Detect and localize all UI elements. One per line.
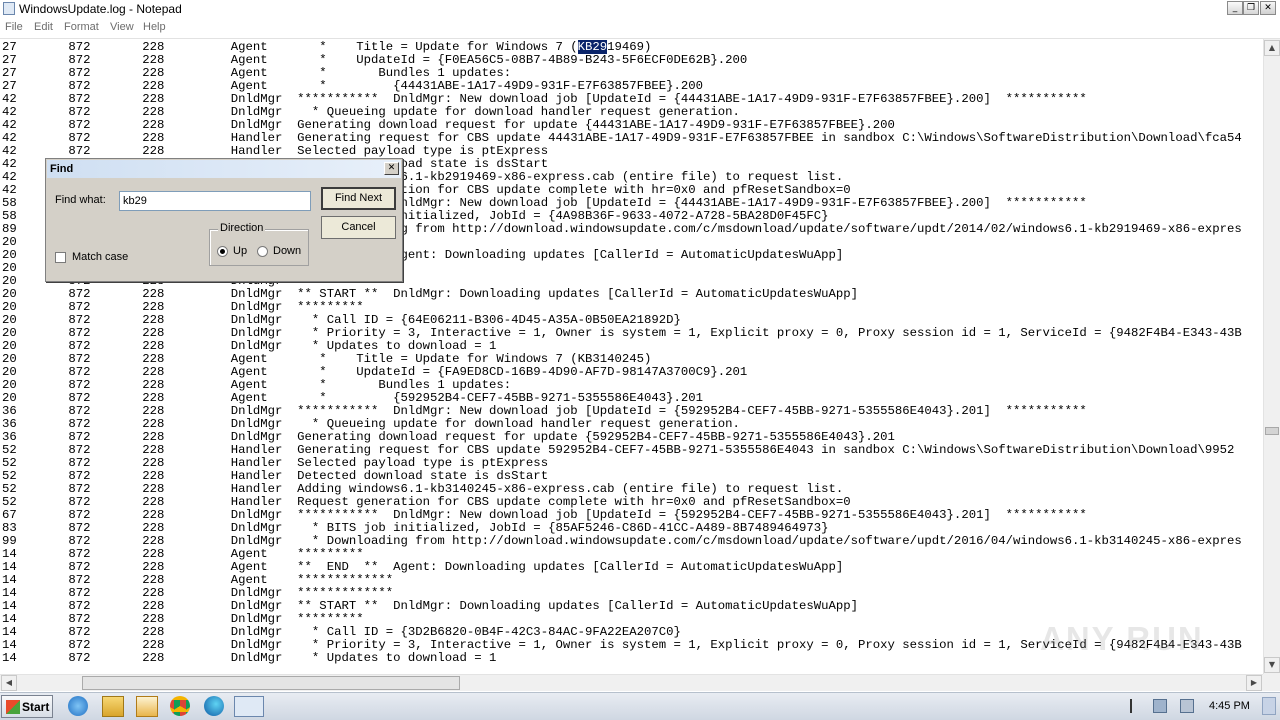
edge-icon[interactable] bbox=[204, 696, 224, 716]
window-title: WindowsUpdate.log - Notepad bbox=[19, 2, 182, 16]
taskbar: Start 4:45 PM bbox=[0, 692, 1280, 720]
direction-label: Direction bbox=[218, 222, 266, 234]
direction-down-label: Down bbox=[273, 245, 302, 257]
scroll-right-icon[interactable]: ▶ bbox=[1246, 675, 1262, 691]
close-button[interactable]: ✕ bbox=[1260, 1, 1276, 15]
search-highlight: KB29 bbox=[577, 40, 608, 54]
notepad-icon bbox=[3, 2, 15, 15]
clock[interactable]: 4:45 PM bbox=[1209, 700, 1250, 712]
find-what-input[interactable] bbox=[119, 191, 311, 211]
chrome-icon[interactable] bbox=[170, 696, 190, 716]
find-dialog: Find ✕ Find what: Find Next Cancel Direc… bbox=[45, 158, 403, 282]
direction-down-radio[interactable] bbox=[257, 246, 268, 257]
match-case-label: Match case bbox=[72, 251, 129, 263]
direction-group: Direction Up Down bbox=[209, 222, 309, 266]
menu-edit[interactable]: Edit bbox=[34, 21, 53, 33]
vertical-scrollbar[interactable]: ▲ ▼ bbox=[1263, 39, 1280, 674]
media-player-icon[interactable] bbox=[136, 696, 158, 717]
title-bar[interactable]: WindowsUpdate.log - Notepad _ ❐ ✕ bbox=[0, 0, 1280, 19]
ie-icon[interactable] bbox=[68, 696, 88, 716]
scroll-up-icon[interactable]: ▲ bbox=[1264, 40, 1280, 56]
find-dialog-title-bar[interactable]: Find ✕ bbox=[47, 160, 401, 178]
network-icon[interactable] bbox=[1153, 699, 1167, 713]
scroll-left-icon[interactable]: ◀ bbox=[1, 675, 17, 691]
watermark-logo: ANY RUN bbox=[1040, 620, 1204, 657]
find-dialog-close-button[interactable]: ✕ bbox=[384, 162, 399, 175]
text-editor[interactable]: 27 872 228 Agent * Title = Update for Wi… bbox=[0, 39, 1263, 674]
explorer-icon[interactable] bbox=[102, 696, 124, 717]
menu-bar: File Edit Format View Help bbox=[0, 18, 1280, 39]
find-next-button[interactable]: Find Next bbox=[321, 187, 396, 210]
scroll-down-icon[interactable]: ▼ bbox=[1264, 657, 1280, 673]
match-case-checkbox[interactable] bbox=[55, 252, 66, 263]
find-what-label: Find what: bbox=[55, 194, 106, 206]
cancel-button[interactable]: Cancel bbox=[321, 216, 396, 239]
minimize-button[interactable]: _ bbox=[1227, 1, 1243, 15]
find-dialog-title: Find bbox=[50, 163, 74, 175]
horizontal-scroll-thumb[interactable] bbox=[82, 676, 460, 690]
text-line: 14 872 228 DnldMgr * Updates to download… bbox=[2, 651, 497, 665]
notepad-taskbar-button[interactable] bbox=[234, 696, 264, 717]
volume-icon[interactable] bbox=[1180, 699, 1194, 713]
horizontal-scrollbar[interactable]: ◀ ▶ bbox=[0, 674, 1263, 691]
direction-up-label: Up bbox=[233, 245, 248, 257]
start-label: Start bbox=[22, 700, 50, 714]
windows-logo-icon bbox=[6, 700, 20, 714]
direction-up-radio[interactable] bbox=[217, 246, 228, 257]
menu-help[interactable]: Help bbox=[143, 21, 166, 33]
show-desktop-button[interactable] bbox=[1262, 697, 1276, 715]
menu-format[interactable]: Format bbox=[64, 21, 99, 33]
vertical-scroll-thumb[interactable] bbox=[1265, 427, 1279, 435]
menu-file[interactable]: File bbox=[5, 21, 23, 33]
restore-button[interactable]: ❐ bbox=[1243, 1, 1259, 15]
flag-icon[interactable] bbox=[1130, 699, 1144, 713]
menu-view[interactable]: View bbox=[110, 21, 134, 33]
scrollbar-corner bbox=[1263, 674, 1280, 691]
start-button[interactable]: Start bbox=[1, 695, 53, 718]
